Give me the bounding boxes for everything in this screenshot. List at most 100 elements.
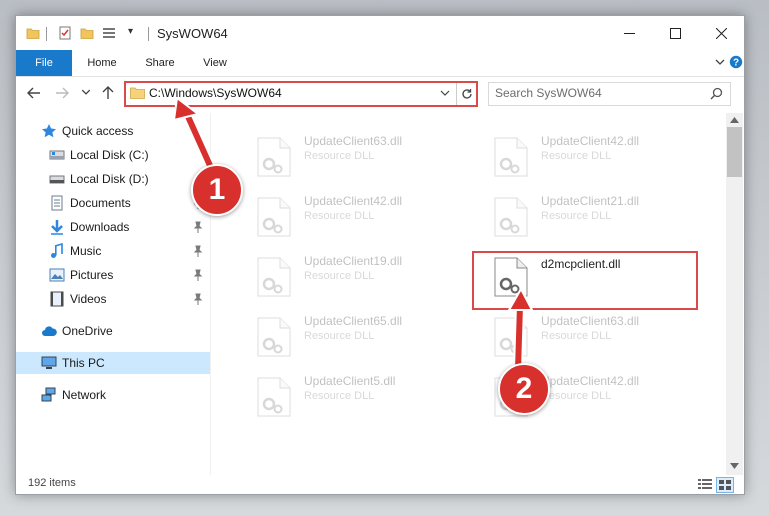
- dll-file-icon: [257, 137, 291, 177]
- download-icon: [51, 220, 63, 235]
- maximize-button[interactable]: [652, 16, 698, 50]
- file-name: UpdateClient42.dll: [541, 374, 640, 388]
- sidebar-item-quick-access[interactable]: Quick access: [16, 120, 210, 142]
- sidebar-item-pictures[interactable]: Pictures: [16, 264, 210, 286]
- sidebar-item-this-pc[interactable]: This PC: [16, 352, 210, 374]
- list-item[interactable]: UpdateClient42.dll Resource DLL: [231, 189, 461, 241]
- file-type: Resource DLL: [541, 150, 612, 162]
- customize-toolbar-icon[interactable]: [102, 26, 116, 40]
- sidebar-item-downloads[interactable]: Downloads: [16, 216, 210, 238]
- up-arrow-icon[interactable]: [100, 85, 116, 101]
- list-item[interactable]: UpdateClient63.dll Resource DLL: [468, 309, 698, 361]
- callout-step-1: 1: [191, 164, 243, 216]
- file-type: Resource DLL: [304, 210, 375, 222]
- sidebar-item-label: Quick access: [62, 124, 134, 138]
- new-folder-icon[interactable]: [80, 26, 94, 40]
- sidebar-item-local-disk-d[interactable]: Local Disk (D:): [16, 168, 210, 190]
- sidebar-item-onedrive[interactable]: OneDrive: [16, 320, 210, 342]
- scroll-down-icon[interactable]: [730, 463, 739, 469]
- back-arrow-icon[interactable]: [26, 85, 42, 101]
- list-item[interactable]: UpdateClient19.dll Resource DLL: [231, 249, 461, 301]
- file-type: Resource DLL: [541, 210, 612, 222]
- toolbar-separator: [46, 27, 47, 41]
- status-bar: 192 items: [16, 475, 744, 494]
- sidebar-item-local-disk-c[interactable]: Local Disk (C:): [16, 144, 210, 166]
- item-count: 192 items: [28, 477, 76, 489]
- chevron-down-icon[interactable]: [714, 56, 726, 68]
- recent-locations-chevron-icon[interactable]: [81, 87, 91, 97]
- folder-icon[interactable]: [26, 26, 40, 40]
- scroll-thumb[interactable]: [727, 127, 742, 177]
- pin-icon[interactable]: [193, 293, 203, 305]
- file-type: Resource DLL: [304, 150, 375, 162]
- list-item[interactable]: UpdateClient42.dll Resource DLL: [468, 129, 698, 181]
- details-view-icon[interactable]: [698, 478, 712, 490]
- pin-icon[interactable]: [193, 269, 203, 281]
- dll-file-icon: [494, 317, 528, 357]
- folder-icon: [130, 87, 145, 99]
- close-button[interactable]: [698, 16, 744, 50]
- drive-icon: [49, 150, 65, 160]
- address-path[interactable]: C:\Windows\SysWOW64: [149, 86, 282, 100]
- sidebar-item-label: Downloads: [70, 220, 130, 234]
- sidebar-item-network[interactable]: Network: [16, 384, 210, 406]
- properties-icon[interactable]: [58, 26, 72, 40]
- documents-icon: [51, 195, 63, 211]
- chevron-down-icon[interactable]: [440, 88, 450, 98]
- sidebar-item-music[interactable]: Music: [16, 240, 210, 262]
- dll-file-icon: [257, 377, 291, 417]
- refresh-button[interactable]: [456, 83, 477, 105]
- sidebar-item-documents[interactable]: Documents: [16, 192, 210, 214]
- pictures-icon: [49, 268, 65, 282]
- search-input[interactable]: [495, 86, 695, 100]
- sidebar-item-videos[interactable]: Videos: [16, 288, 210, 310]
- tab-share[interactable]: Share: [134, 50, 186, 76]
- file-name: UpdateClient42.dll: [304, 194, 403, 208]
- help-icon[interactable]: ?: [729, 55, 743, 69]
- list-item[interactable]: UpdateClient65.dll Resource DLL: [231, 309, 461, 361]
- highlight-box: [472, 251, 698, 310]
- sidebar-item-label: Music: [70, 244, 102, 258]
- tab-file[interactable]: File: [16, 50, 72, 76]
- file-name: UpdateClient21.dll: [541, 194, 640, 208]
- svg-text:?: ?: [733, 58, 739, 69]
- dll-file-icon: [257, 197, 291, 237]
- pin-icon[interactable]: [193, 221, 203, 233]
- tiles-view-button[interactable]: [716, 477, 734, 493]
- list-item[interactable]: UpdateClient63.dll Resource DLL: [231, 129, 461, 181]
- videos-icon: [50, 291, 64, 307]
- dll-file-icon: [257, 317, 291, 357]
- dll-file-icon: [494, 197, 528, 237]
- window-title: SysWOW64: [157, 26, 228, 41]
- list-item[interactable]: UpdateClient5.dll Resource DLL: [231, 369, 461, 421]
- forward-arrow-icon[interactable]: [54, 85, 70, 101]
- sidebar-item-label: This PC: [62, 356, 105, 370]
- callout-step-2: 2: [498, 363, 550, 415]
- vertical-scrollbar[interactable]: [726, 113, 743, 475]
- file-explorer-window: ▾ SysWOW64 File Home Share View ? C:\Win…: [15, 15, 745, 495]
- file-name: UpdateClient65.dll: [304, 314, 403, 328]
- quick-access-chevron-icon[interactable]: ▾: [128, 26, 133, 37]
- list-item[interactable]: UpdateClient21.dll Resource DLL: [468, 189, 698, 241]
- search-box[interactable]: [488, 82, 731, 106]
- toolbar-separator: [148, 27, 149, 41]
- dll-file-icon: [257, 257, 291, 297]
- title-bar: ▾ SysWOW64: [16, 16, 744, 50]
- drive-icon: [49, 175, 65, 184]
- tab-view[interactable]: View: [192, 50, 238, 76]
- file-list: UpdateClient63.dll Resource DLL UpdateCl…: [211, 113, 726, 475]
- pin-icon[interactable]: [193, 245, 203, 257]
- star-icon: [42, 124, 56, 138]
- search-icon[interactable]: [710, 87, 723, 100]
- minimize-button[interactable]: [606, 16, 652, 50]
- file-type: Resource DLL: [304, 270, 375, 282]
- file-name: UpdateClient19.dll: [304, 254, 403, 268]
- address-bar[interactable]: C:\Windows\SysWOW64: [124, 81, 478, 107]
- file-type: Resource DLL: [304, 330, 375, 342]
- navigation-pane: Quick access Local Disk (C:) Local Disk …: [16, 113, 210, 475]
- tiles-view-icon: [719, 480, 731, 490]
- sidebar-item-label: OneDrive: [62, 324, 113, 338]
- sidebar-item-label: Videos: [70, 292, 107, 306]
- tab-home[interactable]: Home: [76, 50, 128, 76]
- scroll-up-icon[interactable]: [730, 117, 739, 123]
